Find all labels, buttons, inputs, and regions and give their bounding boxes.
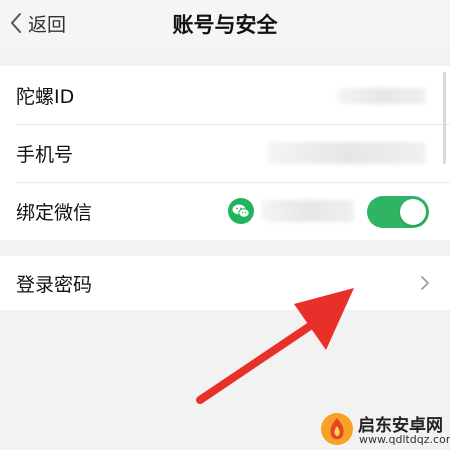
- row-label-phone: 手机号: [16, 143, 74, 166]
- row-label-user-id: 陀螺ID: [16, 85, 75, 108]
- phone-value-blurred: [268, 142, 426, 164]
- row-label-login-password: 登录密码: [16, 273, 93, 296]
- user-id-value-blurred: [338, 88, 426, 104]
- scrollbar[interactable]: [443, 72, 446, 164]
- row-phone[interactable]: 手机号: [0, 124, 450, 182]
- row-user-id[interactable]: 陀螺ID: [0, 66, 450, 124]
- watermark-url: www.qdltdqz.com: [359, 433, 450, 446]
- row-wechat-binding: 绑定微信: [0, 182, 450, 240]
- wechat-binding-toggle[interactable]: [367, 196, 429, 228]
- watermark: 启东安卓网 www.qdltdqz.com: [318, 410, 450, 450]
- security-group: 登录密码: [0, 256, 450, 310]
- wechat-name-blurred: [262, 200, 354, 222]
- watermark-logo-icon: [321, 413, 353, 445]
- chevron-right-icon: [421, 276, 429, 290]
- row-login-password[interactable]: 登录密码: [0, 256, 450, 310]
- navigation-bar: 返回 账号与安全: [0, 0, 450, 48]
- row-label-wechat: 绑定微信: [16, 201, 93, 224]
- toggle-knob: [400, 199, 426, 225]
- wechat-icon: [228, 198, 254, 224]
- account-info-group: 陀螺ID 手机号 绑定微信: [0, 66, 450, 240]
- page-title: 账号与安全: [172, 13, 278, 37]
